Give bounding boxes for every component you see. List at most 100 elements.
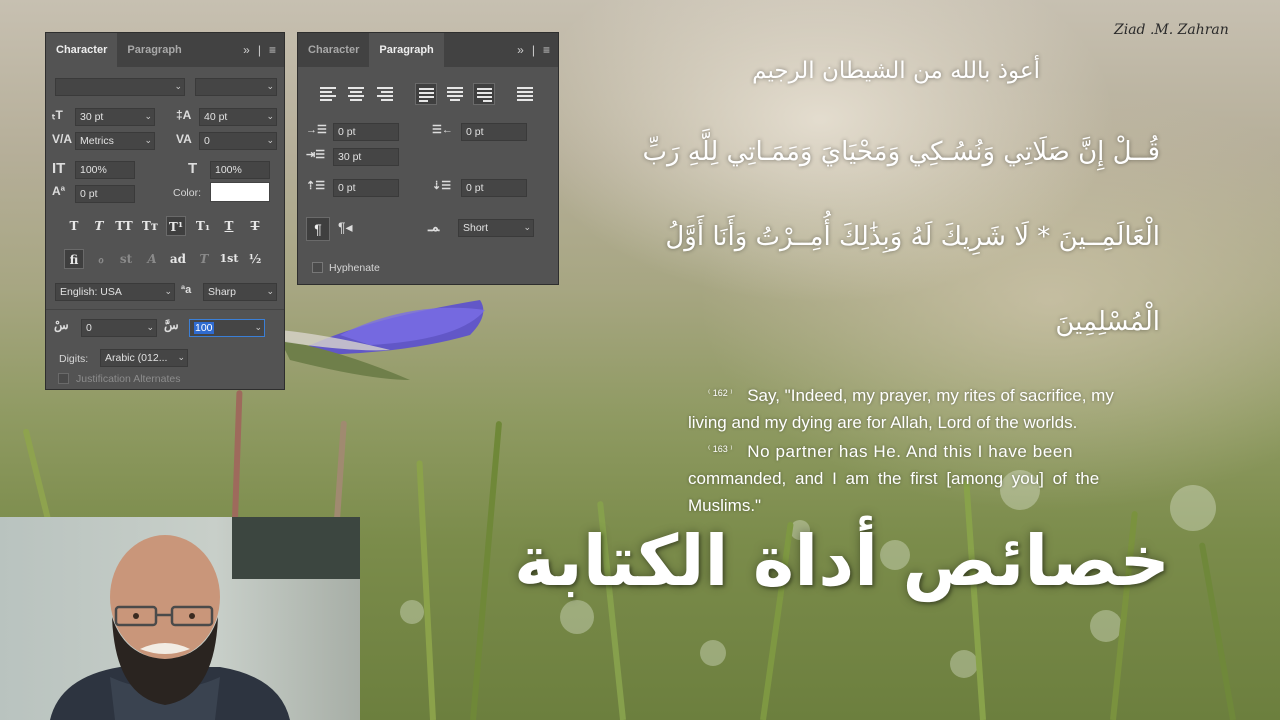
underline-button[interactable]: T	[219, 216, 239, 236]
digits-select[interactable]: Arabic (012... ⌄	[100, 349, 188, 367]
digits-label: Digits:	[59, 353, 89, 365]
ltr-direction-button[interactable]: ¶◂	[338, 219, 353, 236]
collapse-icon[interactable]: »	[517, 43, 524, 57]
watermark-signature: Ziad .M. Zahran	[1114, 22, 1229, 38]
swash-button[interactable]: A	[142, 249, 162, 269]
video-title: خصائص أداة الكتابة	[513, 520, 1170, 602]
indent-first-line-field[interactable]: 30 pt	[333, 148, 399, 166]
flower-image	[280, 300, 485, 380]
kashida-right-icon: سَّ	[164, 318, 179, 332]
justify-last-left-button[interactable]	[415, 83, 437, 105]
tracking-field[interactable]: 0 ⌄	[199, 132, 277, 150]
space-after-field[interactable]: 0 pt	[461, 179, 527, 197]
collapse-icon[interactable]: »	[243, 43, 250, 57]
justify-last-center-button[interactable]	[444, 83, 466, 105]
align-center-button[interactable]	[345, 83, 367, 105]
align-left-button[interactable]	[317, 83, 339, 105]
faux-bold-button[interactable]: T	[64, 216, 84, 236]
panel-menu-icon[interactable]: ≡	[269, 43, 276, 57]
tracking-icon: VA	[176, 132, 192, 146]
panel-divider-icon: |	[531, 43, 535, 57]
space-before-field[interactable]: 0 pt	[333, 179, 399, 197]
isti3adha-line: أعوذ بالله من الشيطان الرجيم	[752, 58, 1040, 84]
horizontal-scale-field[interactable]: 100%	[210, 161, 270, 179]
tab-character[interactable]: Character	[46, 33, 118, 67]
tab-paragraph[interactable]: Paragraph	[369, 33, 444, 67]
tab-character[interactable]: Character	[298, 33, 369, 67]
ligatures-button[interactable]: ﬁ	[64, 249, 84, 269]
leading-field[interactable]: 40 pt ⌄	[199, 108, 277, 126]
kerning-icon: V/A	[52, 132, 73, 146]
panel-divider-icon: |	[257, 43, 261, 57]
justification-alternates-label: Justification Alternates	[76, 373, 181, 385]
color-label: Color:	[173, 187, 202, 199]
font-size-icon: ₜT	[52, 108, 63, 122]
verse-line-3: الْمُسْلِمِينَ	[1055, 307, 1160, 337]
indent-left-icon: →☰	[306, 124, 327, 136]
translation-line-2: living and my dying are for Allah, Lord …	[688, 413, 1078, 432]
character-panel: Character Paragraph » | ≡ ⌄ ⌄ ₜT 30 pt ⌄ …	[45, 32, 285, 390]
indent-left-field[interactable]: 0 pt	[333, 123, 399, 141]
font-size-field[interactable]: 30 pt ⌄	[75, 108, 155, 126]
hyphenate-label: Hyphenate	[329, 262, 380, 274]
justification-alternates-checkbox[interactable]	[58, 373, 69, 384]
space-before-icon: ⇡☰	[306, 180, 326, 192]
webcam-overlay	[0, 517, 360, 720]
superscript-button[interactable]: T¹	[166, 216, 186, 236]
chevron-down-icon: ⌄	[174, 81, 182, 91]
titling-alternates-button[interactable]: T	[194, 249, 214, 269]
panel-separator	[46, 309, 284, 310]
vertical-scale-icon: IT	[52, 160, 66, 177]
ordinals-button[interactable]: 1st	[219, 249, 239, 269]
translation-line-3: No partner has He. And this I have been	[747, 442, 1074, 461]
kashida-left-icon: سْ	[54, 318, 69, 332]
chevron-down-icon: ⌄	[266, 81, 274, 91]
left-arabic-field[interactable]: 0 ⌄	[81, 319, 157, 337]
justify-all-button[interactable]	[514, 83, 536, 105]
right-arabic-field[interactable]: 100 ⌄	[189, 319, 265, 337]
translation-line-1: Say, "Indeed, my prayer, my rites of sac…	[747, 386, 1114, 405]
paragraph-panel-tabs: Character Paragraph » | ≡	[298, 33, 558, 67]
translation-block: ⁽ 162 ⁾ Say, "Indeed, my prayer, my rite…	[688, 380, 1154, 519]
kashida-icon: ﻤـ	[428, 219, 440, 234]
verse-number-163: ⁽ 163 ⁾	[708, 444, 733, 454]
justify-last-right-button[interactable]	[473, 83, 495, 105]
rtl-direction-button[interactable]: ¶	[306, 217, 330, 241]
horizontal-scale-icon: T	[188, 160, 198, 177]
baseline-shift-icon: Aª	[52, 184, 66, 198]
verse-line-2: الْعَالَمِــينَ * لَا شَرِيكَ لَهُ وَبِذ…	[665, 222, 1160, 252]
indent-right-field[interactable]: 0 pt	[461, 123, 527, 141]
vertical-scale-field[interactable]: 100%	[75, 161, 135, 179]
faux-italic-button[interactable]: T	[89, 216, 109, 236]
hyphenate-checkbox[interactable]	[312, 262, 323, 273]
stylistic-alternates-button[interactable]: ad	[168, 249, 188, 269]
discretionary-ligatures-button[interactable]: ℴ	[91, 249, 111, 269]
panel-menu-icon[interactable]: ≡	[543, 43, 550, 57]
tab-paragraph[interactable]: Paragraph	[117, 33, 191, 67]
antialias-select[interactable]: Sharp ⌄	[203, 283, 277, 301]
indent-first-line-icon: ⇥☰	[306, 149, 326, 161]
leading-icon: ‡A	[176, 108, 192, 122]
character-panel-tabs: Character Paragraph » | ≡	[46, 33, 284, 67]
align-right-button[interactable]	[374, 83, 396, 105]
baseline-shift-field[interactable]: 0 pt	[75, 185, 135, 203]
font-style-select[interactable]: ⌄	[195, 78, 277, 96]
language-select[interactable]: English: USA ⌄	[55, 283, 175, 301]
translation-line-5: Muslims."	[688, 496, 762, 515]
small-caps-button[interactable]: Tᴛ	[140, 216, 160, 236]
antialias-icon: ªa	[181, 284, 192, 296]
verse-line-1: قُــلْ إِنَّ صَلَاتِي وَنُسُـكِي وَمَحْي…	[642, 137, 1161, 167]
translation-line-4: commanded, and I am the first [among you…	[688, 469, 1100, 488]
space-after-icon: ⇣☰	[432, 180, 452, 192]
indent-right-icon: ☰←	[432, 124, 453, 136]
strikethrough-button[interactable]: T	[245, 216, 265, 236]
all-caps-button[interactable]: TT	[114, 216, 134, 236]
fractions-button[interactable]: ½	[245, 249, 265, 269]
verse-number-162: ⁽ 162 ⁾	[708, 388, 733, 398]
kerning-field[interactable]: Metrics ⌄	[75, 132, 155, 150]
color-swatch[interactable]	[210, 182, 270, 202]
presenter-avatar	[50, 535, 290, 720]
contextual-alternates-button[interactable]: st	[116, 249, 136, 269]
font-family-select[interactable]: ⌄	[55, 78, 185, 96]
subscript-button[interactable]: T₁	[193, 216, 213, 236]
